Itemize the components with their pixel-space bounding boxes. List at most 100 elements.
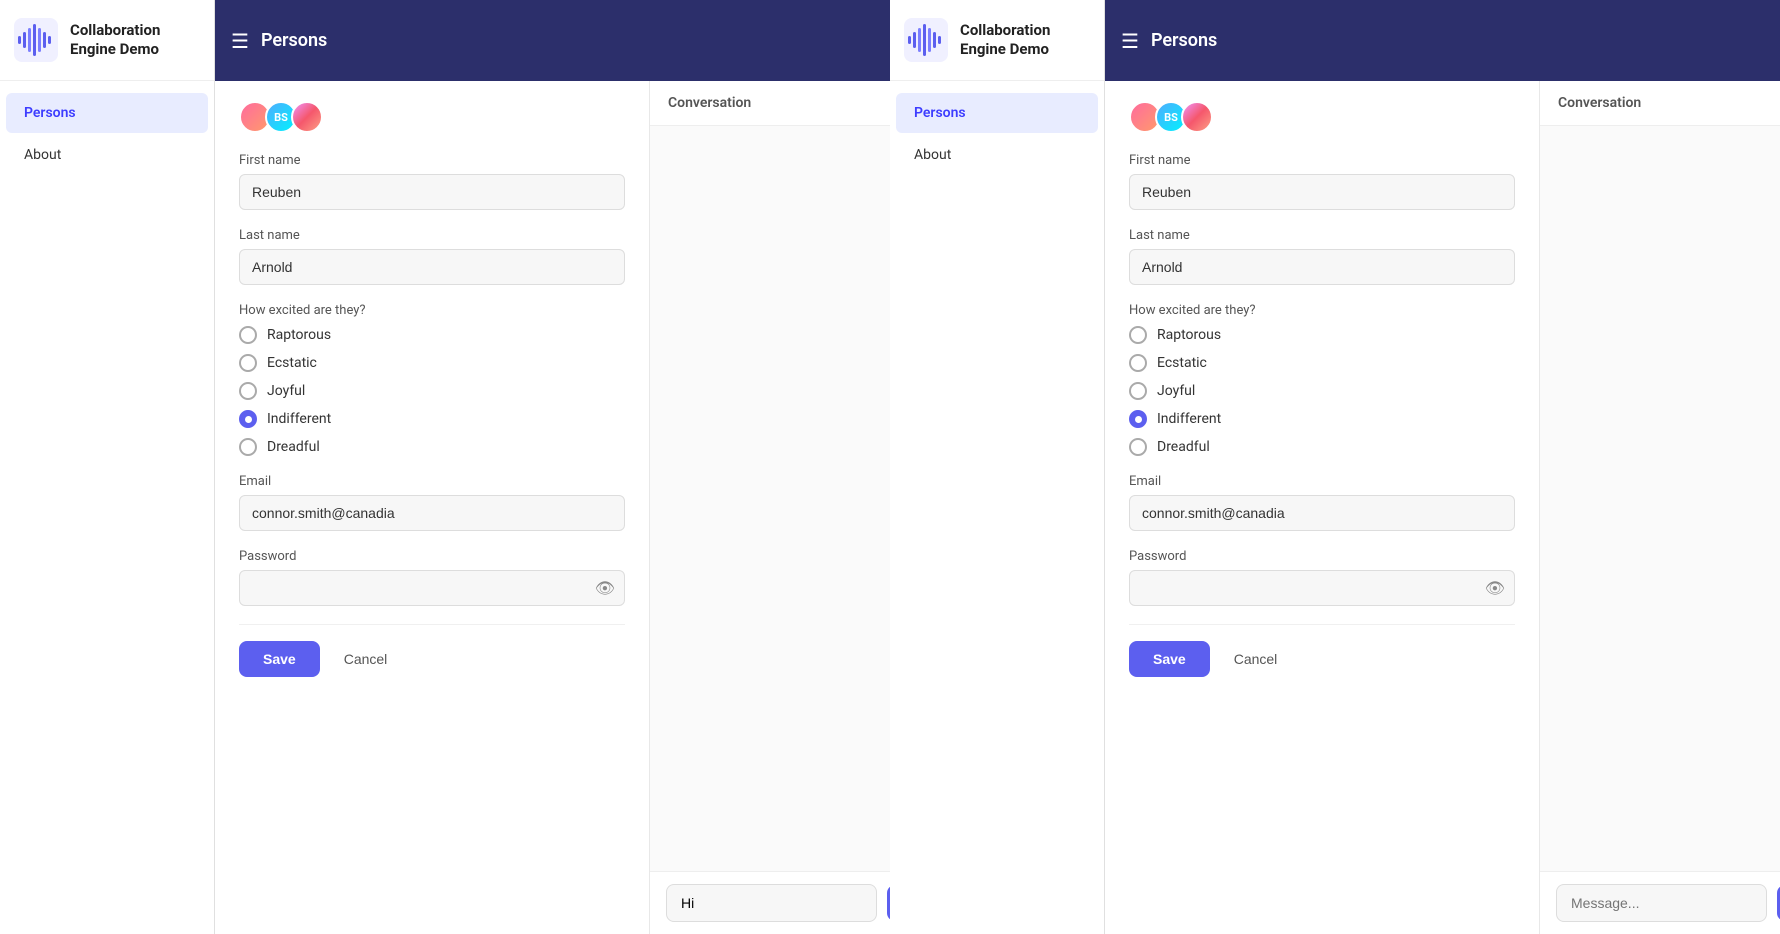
conversation-header-2: Conversation [1540, 81, 1780, 126]
collaborator-avatars-2: BS [1129, 101, 1515, 133]
sidebar-item-persons-2[interactable]: Persons [896, 93, 1098, 133]
form-footer-1: Save Cancel [239, 624, 625, 685]
first-name-field-2: First name [1129, 153, 1515, 210]
message-input-2[interactable] [1556, 884, 1767, 922]
radio-label-raptorous-2: Raptorous [1157, 327, 1221, 343]
radio-circle-raptorous-2 [1129, 326, 1147, 344]
message-input-1[interactable] [666, 884, 877, 922]
radio-label-indifferent-1: Indifferent [267, 411, 331, 427]
radio-circle-raptorous-1 [239, 326, 257, 344]
radio-circle-dreadful-1 [239, 438, 257, 456]
collaborator-avatar-1c [291, 101, 323, 133]
excitement-radio-group-2: Raptorous Ecstatic Joyful Indiffere [1129, 326, 1515, 456]
password-wrapper-2: 👁 [1129, 570, 1515, 606]
radio-dreadful-2[interactable]: Dreadful [1129, 438, 1515, 456]
save-button-2[interactable]: Save [1129, 641, 1210, 677]
password-label-2: Password [1129, 549, 1515, 564]
first-name-input-1[interactable] [239, 174, 625, 210]
password-toggle-icon-2[interactable]: 👁 [1485, 579, 1505, 598]
form-panel-1: BS First name Last name How excited are … [215, 81, 650, 934]
radio-circle-indifferent-1 [239, 410, 257, 428]
last-name-field-2: Last name [1129, 228, 1515, 285]
first-name-label-2: First name [1129, 153, 1515, 168]
email-field-1: Email [239, 474, 625, 531]
radio-dreadful-1[interactable]: Dreadful [239, 438, 625, 456]
sidebar-1: Collaboration Engine Demo Persons About [0, 0, 215, 934]
radio-joyful-1[interactable]: Joyful [239, 382, 625, 400]
radio-label-raptorous-1: Raptorous [267, 327, 331, 343]
last-name-label-2: Last name [1129, 228, 1515, 243]
app-instance-2: Collaboration Engine Demo Persons About … [890, 0, 1780, 934]
email-input-2[interactable] [1129, 495, 1515, 531]
password-field-1: Password 👁 [239, 549, 625, 606]
main-panel-2: ☰ Persons BS First name [1105, 0, 1780, 934]
password-field-2: Password 👁 [1129, 549, 1515, 606]
hamburger-icon-1[interactable]: ☰ [231, 29, 249, 53]
sidebar-item-about-1[interactable]: About [6, 135, 208, 175]
password-wrapper-1: 👁 [239, 570, 625, 606]
hamburger-icon-2[interactable]: ☰ [1121, 29, 1139, 53]
radio-raptorous-1[interactable]: Raptorous [239, 326, 625, 344]
excitement-field-2: How excited are they? Raptorous Ecstatic [1129, 303, 1515, 456]
content-area-1: BS First name Last name How excited are … [215, 81, 981, 934]
app-title-2: Collaboration Engine Demo [960, 21, 1090, 60]
password-label-1: Password [239, 549, 625, 564]
password-toggle-icon-1[interactable]: 👁 [595, 579, 615, 598]
save-button-1[interactable]: Save [239, 641, 320, 677]
email-label-1: Email [239, 474, 625, 489]
content-area-2: BS First name Last name How excited are … [1105, 81, 1780, 934]
last-name-label-1: Last name [239, 228, 625, 243]
app-instance-1: Collaboration Engine Demo Persons About … [0, 0, 890, 934]
sidebar-item-about-2[interactable]: About [896, 135, 1098, 175]
topbar-2: ☰ Persons [1105, 0, 1780, 81]
sidebar-nav-2: Persons About [890, 81, 1104, 187]
excitement-label-2: How excited are they? [1129, 303, 1515, 318]
password-input-1[interactable] [239, 570, 625, 606]
form-footer-2: Save Cancel [1129, 624, 1515, 685]
radio-label-dreadful-1: Dreadful [267, 439, 320, 455]
radio-circle-dreadful-2 [1129, 438, 1147, 456]
radio-label-indifferent-2: Indifferent [1157, 411, 1221, 427]
cancel-button-1[interactable]: Cancel [332, 641, 400, 677]
radio-circle-joyful-2 [1129, 382, 1147, 400]
email-label-2: Email [1129, 474, 1515, 489]
radio-indifferent-2[interactable]: Indifferent [1129, 410, 1515, 428]
collaborator-avatar-2c [1181, 101, 1213, 133]
app-title-1: Collaboration Engine Demo [70, 21, 200, 60]
last-name-input-1[interactable] [239, 249, 625, 285]
first-name-field-1: First name [239, 153, 625, 210]
radio-circle-ecstatic-1 [239, 354, 257, 372]
excitement-field-1: How excited are they? Raptorous Ecstatic [239, 303, 625, 456]
radio-label-dreadful-2: Dreadful [1157, 439, 1210, 455]
first-name-label-1: First name [239, 153, 625, 168]
radio-label-ecstatic-1: Ecstatic [267, 355, 317, 371]
radio-ecstatic-1[interactable]: Ecstatic [239, 354, 625, 372]
radio-circle-indifferent-2 [1129, 410, 1147, 428]
sidebar-header-2: Collaboration Engine Demo [890, 0, 1104, 81]
last-name-input-2[interactable] [1129, 249, 1515, 285]
conversation-body-2 [1540, 126, 1780, 871]
cancel-button-2[interactable]: Cancel [1222, 641, 1290, 677]
radio-indifferent-1[interactable]: Indifferent [239, 410, 625, 428]
radio-label-ecstatic-2: Ecstatic [1157, 355, 1207, 371]
radio-circle-ecstatic-2 [1129, 354, 1147, 372]
app-logo-1 [14, 18, 58, 62]
radio-joyful-2[interactable]: Joyful [1129, 382, 1515, 400]
sidebar-2: Collaboration Engine Demo Persons About [890, 0, 1105, 934]
password-input-2[interactable] [1129, 570, 1515, 606]
radio-ecstatic-2[interactable]: Ecstatic [1129, 354, 1515, 372]
email-field-2: Email [1129, 474, 1515, 531]
last-name-field-1: Last name [239, 228, 625, 285]
sidebar-nav-1: Persons About [0, 81, 214, 187]
first-name-input-2[interactable] [1129, 174, 1515, 210]
collaborator-avatars-1: BS [239, 101, 625, 133]
sidebar-item-persons-1[interactable]: Persons [6, 93, 208, 133]
sidebar-header-1: Collaboration Engine Demo [0, 0, 214, 81]
topbar-1: ☰ Persons [215, 0, 981, 81]
main-panel-1: ☰ Persons BS First name [215, 0, 981, 934]
radio-label-joyful-2: Joyful [1157, 383, 1195, 399]
radio-raptorous-2[interactable]: Raptorous [1129, 326, 1515, 344]
topbar-title-1: Persons [261, 30, 913, 51]
radio-label-joyful-1: Joyful [267, 383, 305, 399]
email-input-1[interactable] [239, 495, 625, 531]
